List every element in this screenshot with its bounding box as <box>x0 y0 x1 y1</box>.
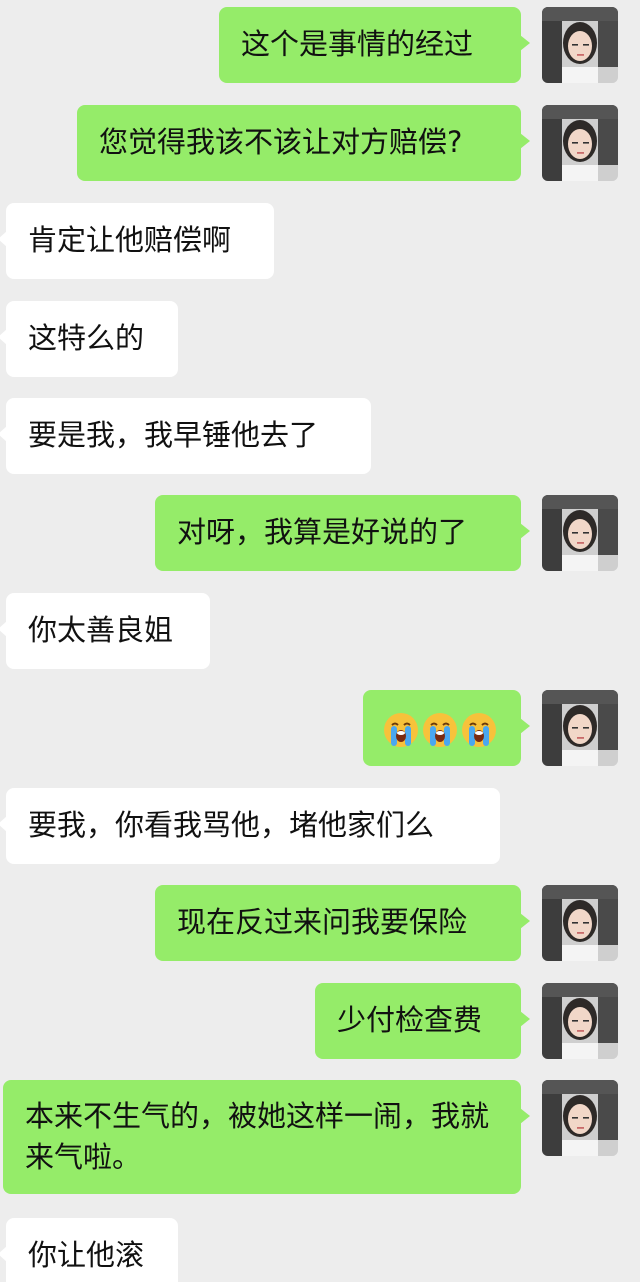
avatar-portrait-icon <box>542 7 618 83</box>
avatar-portrait-icon <box>542 690 618 766</box>
user-avatar[interactable] <box>542 690 618 766</box>
user-avatar[interactable] <box>542 983 618 1059</box>
loudly-crying-face-icon <box>423 713 457 747</box>
outgoing-message-bubble[interactable]: 本来不生气的，被她这样一闹，我就来气啦。 <box>3 1080 530 1194</box>
incoming-message-bubble[interactable]: 这特么的 <box>0 301 178 377</box>
outgoing-message-bubble[interactable]: 现在反过来问我要保险 <box>155 885 530 961</box>
incoming-message-bubble[interactable]: 要我，你看我骂他，堵他家们么 <box>0 788 500 864</box>
incoming-message-bubble[interactable]: 你让他滚 <box>0 1218 178 1282</box>
user-avatar[interactable] <box>542 1080 618 1156</box>
outgoing-message-bubble[interactable]: 少付检查费 <box>315 983 530 1059</box>
outgoing-emoji-bubble[interactable] <box>363 690 530 766</box>
incoming-message-bubble[interactable]: 肯定让他赔偿啊 <box>0 203 274 279</box>
user-avatar[interactable] <box>542 7 618 83</box>
incoming-message-bubble[interactable]: 你太善良姐 <box>0 593 210 669</box>
loudly-crying-face-icon <box>384 713 418 747</box>
avatar-portrait-icon <box>542 1080 618 1156</box>
outgoing-message-bubble[interactable]: 这个是事情的经过 <box>219 7 530 83</box>
avatar-portrait-icon <box>542 495 618 571</box>
incoming-message-bubble[interactable]: 要是我，我早锤他去了 <box>0 398 371 474</box>
outgoing-message-bubble[interactable]: 您觉得我该不该让对方赔偿? <box>77 105 530 181</box>
avatar-portrait-icon <box>542 885 618 961</box>
user-avatar[interactable] <box>542 495 618 571</box>
user-avatar[interactable] <box>542 885 618 961</box>
loudly-crying-face-icon <box>462 713 496 747</box>
avatar-portrait-icon <box>542 105 618 181</box>
emoji-group <box>383 712 497 748</box>
outgoing-message-bubble[interactable]: 对呀，我算是好说的了 <box>155 495 530 571</box>
user-avatar[interactable] <box>542 105 618 181</box>
chat-message-list[interactable]: 这个是事情的经过 您觉得我该不该让对方赔偿? 肯定让他赔偿啊 这特么的 要是我，… <box>0 0 640 1282</box>
avatar-portrait-icon <box>542 983 618 1059</box>
